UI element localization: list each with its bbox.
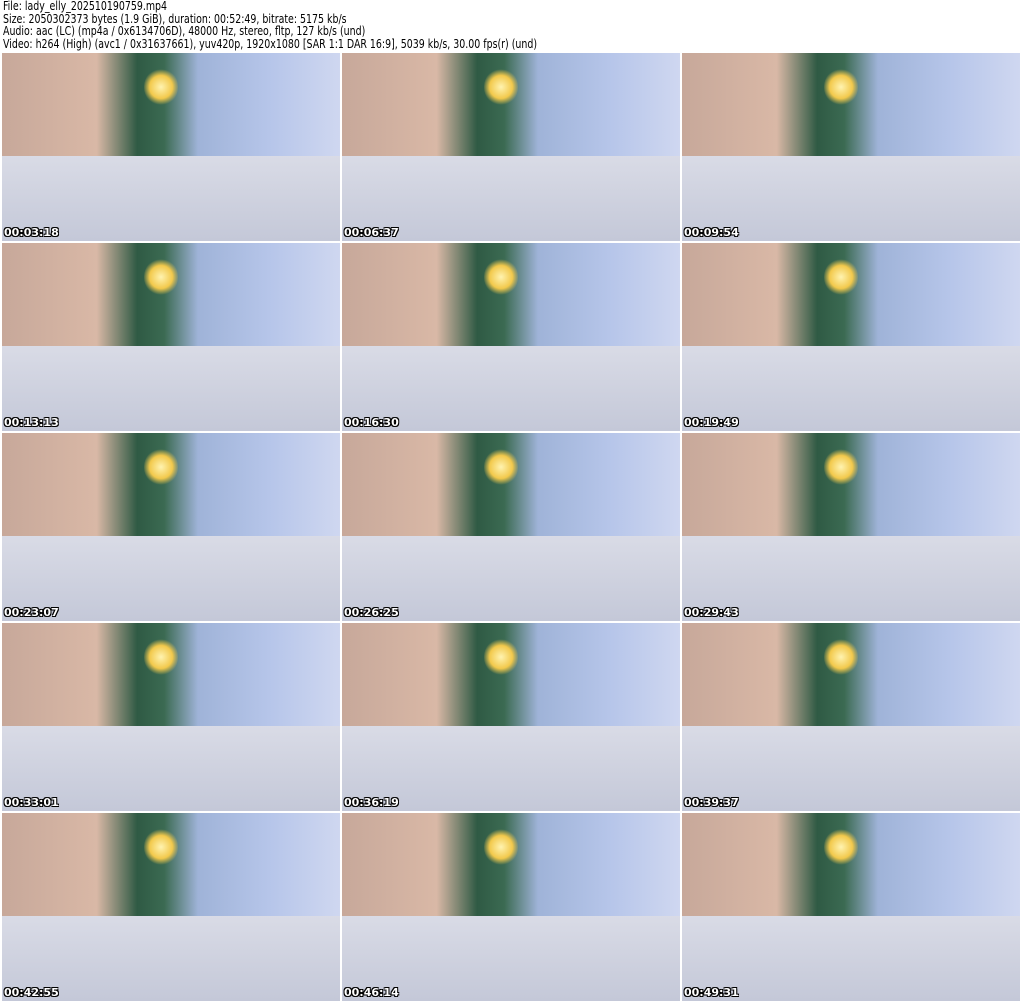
video-thumbnail[interactable]: 00:23:07 <box>2 433 340 621</box>
video-thumbnail[interactable]: 00:39:37 <box>682 623 1020 811</box>
thumbnail-timestamp: 00:16:30 <box>344 416 399 429</box>
thumbnail-timestamp: 00:26:25 <box>344 606 399 619</box>
video-thumbnail[interactable]: 00:03:18 <box>2 53 340 241</box>
video-thumbnail[interactable]: 00:26:25 <box>342 433 680 621</box>
thumbnail-timestamp: 00:36:19 <box>344 796 399 809</box>
file-info-header: File: lady_elly_202510190759.mp4 Size: 2… <box>3 0 624 50</box>
video-line: Video: h264 (High) (avc1 / 0x31637661), … <box>3 36 538 51</box>
video-thumbnail[interactable]: 00:16:30 <box>342 243 680 431</box>
video-thumbnail[interactable]: 00:29:43 <box>682 433 1020 621</box>
video-thumbnail[interactable]: 00:19:49 <box>682 243 1020 431</box>
thumbnail-timestamp: 00:03:18 <box>4 226 59 239</box>
thumbnail-grid: 00:03:18 00:06:37 00:09:54 00:13:13 00:16:30… <box>2 53 1020 1001</box>
video-thumbnail[interactable]: 00:09:54 <box>682 53 1020 241</box>
video-thumbnail[interactable]: 00:13:13 <box>2 243 340 431</box>
thumbnail-timestamp: 00:13:13 <box>4 416 59 429</box>
thumbnail-timestamp: 00:19:49 <box>684 416 739 429</box>
video-thumbnail[interactable]: 00:36:19 <box>342 623 680 811</box>
thumbnail-timestamp: 00:29:43 <box>684 606 739 619</box>
video-thumbnail[interactable]: 00:33:01 <box>2 623 340 811</box>
thumbnail-timestamp: 00:39:37 <box>684 796 739 809</box>
video-thumbnail[interactable]: 00:46:14 <box>342 813 680 1001</box>
video-thumbnail[interactable]: 00:49:31 <box>682 813 1020 1001</box>
video-thumbnail[interactable]: 00:06:37 <box>342 53 680 241</box>
thumbnail-timestamp: 00:46:14 <box>344 986 399 999</box>
thumbnail-timestamp: 00:42:55 <box>4 986 59 999</box>
thumbnail-timestamp: 00:33:01 <box>4 796 59 809</box>
thumbnail-timestamp: 00:49:31 <box>684 986 739 999</box>
thumbnail-timestamp: 00:06:37 <box>344 226 399 239</box>
video-thumbnail[interactable]: 00:42:55 <box>2 813 340 1001</box>
thumbnail-timestamp: 00:23:07 <box>4 606 59 619</box>
thumbnail-timestamp: 00:09:54 <box>684 226 739 239</box>
